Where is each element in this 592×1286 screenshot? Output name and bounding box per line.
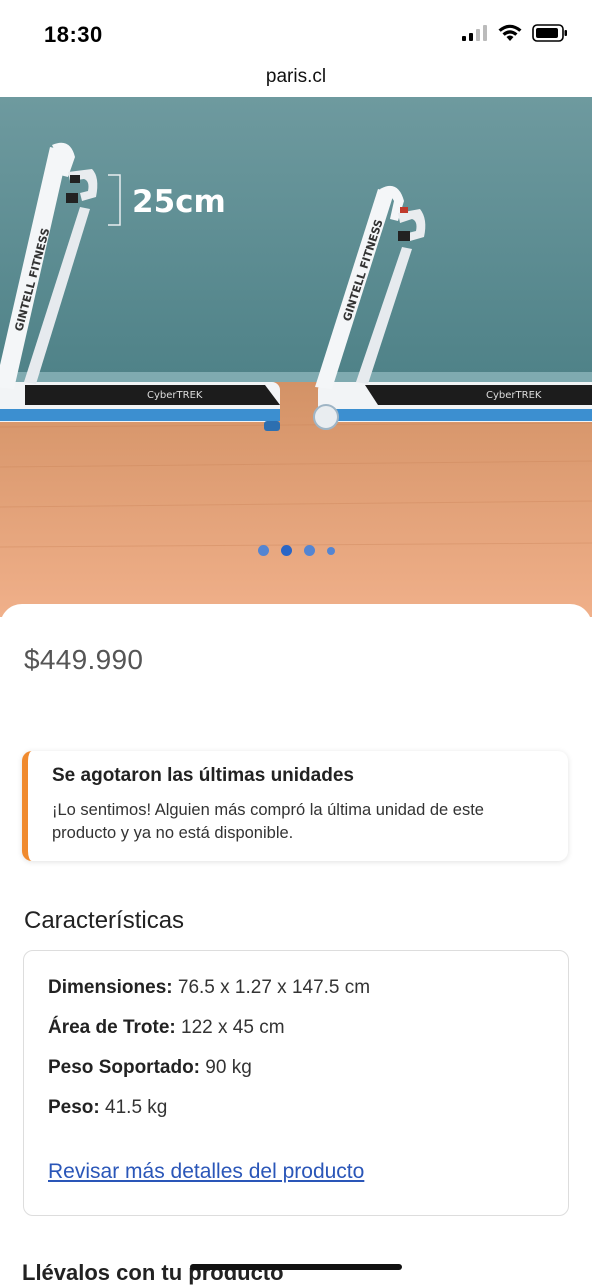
deck-label-left: CyberTREK [147,390,203,401]
spec-label: Área de Trote: [48,1017,176,1038]
product-details-sheet: $449.990 Se agotaron las últimas unidade… [0,604,592,1285]
status-bar: 18:30 [0,0,592,64]
spec-dimensions: Dimensiones: 76.5 x 1.27 x 147.5 cm [48,977,370,999]
spec-value: 90 kg [200,1057,252,1078]
carousel-dot[interactable] [326,546,335,555]
treadmill-photo: GINTELL FITNESS CyberTREK 25cm GINTELL F… [0,97,592,617]
battery-icon [532,24,567,42]
carousel-dot-active[interactable] [280,545,292,556]
status-time: 18:30 [44,22,103,47]
spec-value: 76.5 x 1.27 x 147.5 cm [172,977,371,998]
out-of-stock-alert: Se agotaron las últimas unidades ¡Lo sen… [22,751,568,861]
spec-label: Peso: [48,1097,100,1118]
alert-message: ¡Lo sentimos! Alguien más compró la últi… [52,801,484,842]
carousel-dot[interactable] [257,545,269,556]
address-bar-url[interactable]: paris.cl [0,66,592,88]
wifi-icon [498,24,522,41]
spec-value: 41.5 kg [99,1097,168,1118]
carousel-indicator [0,545,592,556]
features-heading: Características [24,907,185,934]
features-card: Dimensiones: 76.5 x 1.27 x 147.5 cm Área… [23,950,569,1216]
home-indicator[interactable] [190,1264,402,1270]
deck-label-right: CyberTREK [486,390,542,401]
carousel-dot[interactable] [303,545,315,556]
spec-max-load: Peso Soportado: 90 kg [48,1057,252,1079]
product-price: $449.990 [24,644,144,675]
product-details-link[interactable]: Revisar más detalles del producto [48,1160,364,1184]
product-image-carousel[interactable]: GINTELL FITNESS CyberTREK 25cm GINTELL F… [0,97,592,617]
spec-running-area: Área de Trote: 122 x 45 cm [48,1017,285,1039]
spec-label: Peso Soportado: [48,1057,201,1078]
spec-value: 122 x 45 cm [175,1017,285,1038]
spec-weight: Peso: 41.5 kg [48,1097,167,1119]
alert-title: Se agotaron las últimas unidades [52,765,354,786]
signal-icon [462,25,487,41]
spec-label: Dimensiones: [48,977,173,998]
height-annotation: 25cm [132,184,226,220]
system-icons [462,24,568,42]
